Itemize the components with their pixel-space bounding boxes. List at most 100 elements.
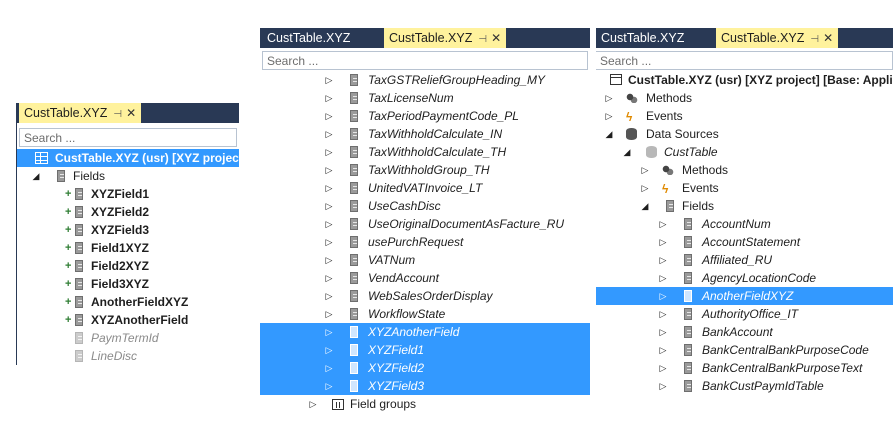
collapsed-arrow-icon[interactable]: ▷	[324, 161, 334, 179]
tree-node-field[interactable]: ▷ WebSalesOrderDisplay	[260, 287, 590, 305]
collapsed-arrow-icon[interactable]: ▷	[658, 305, 668, 323]
collapsed-arrow-icon[interactable]: ▷	[658, 323, 668, 341]
search-input[interactable]: Search ...	[19, 128, 237, 147]
collapsed-arrow-icon[interactable]: ▷	[640, 179, 650, 197]
collapsed-arrow-icon[interactable]: ▷	[324, 215, 334, 233]
tree-node-field-groups[interactable]: ▷ Field groups	[260, 395, 590, 413]
collapsed-arrow-icon[interactable]: ▷	[604, 89, 614, 107]
tree-node-field[interactable]: ▷ UseCashDisc	[260, 197, 590, 215]
collapsed-arrow-icon[interactable]: ▷	[324, 179, 334, 197]
tree-node-field[interactable]: ▷ BankCentralBankPurposeText	[596, 359, 893, 377]
tree-node-field[interactable]: + Field2XYZ	[17, 257, 239, 275]
tree-node-ds-fields[interactable]: ◢ Fields	[596, 197, 893, 215]
tree-node-field[interactable]: + XYZField3	[17, 221, 239, 239]
tree-node-field[interactable]: ▷ AgencyLocationCode	[596, 269, 893, 287]
tree-node-field[interactable]: ▷ AnotherFieldXYZ	[596, 287, 893, 305]
tree-node-field[interactable]: ▷ AuthorityOffice_IT	[596, 305, 893, 323]
collapsed-arrow-icon[interactable]: ▷	[324, 305, 334, 323]
collapsed-arrow-icon[interactable]: ▷	[324, 323, 334, 341]
collapsed-arrow-icon[interactable]: ▷	[324, 89, 334, 107]
tab-custtable-active[interactable]: CustTable.XYZ ⊣ ✕	[384, 28, 507, 50]
tree-node-field[interactable]: ▷ BankCustPaymIdTable	[596, 377, 893, 395]
tree-node-field[interactable]: ▷ XYZField1	[260, 341, 590, 359]
collapsed-arrow-icon[interactable]: ▷	[604, 107, 614, 125]
tree-node-field[interactable]: + XYZField2	[17, 203, 239, 221]
tree-node-field[interactable]: PaymTermId	[17, 329, 239, 347]
collapsed-arrow-icon[interactable]: ▷	[324, 125, 334, 143]
close-icon[interactable]: ✕	[823, 28, 833, 48]
collapsed-arrow-icon[interactable]: ▷	[658, 377, 668, 395]
expanded-arrow-icon[interactable]: ◢	[640, 197, 650, 215]
close-icon[interactable]: ✕	[126, 103, 136, 123]
tree-node-field[interactable]: ▷ TaxPeriodPaymentCode_PL	[260, 107, 590, 125]
tree-node-field[interactable]: ▷ TaxGSTReliefGroupHeading_MY	[260, 71, 590, 89]
tree-node-field[interactable]: ▷ UseOriginalDocumentAsFacture_RU	[260, 215, 590, 233]
collapsed-arrow-icon[interactable]: ▷	[324, 143, 334, 161]
collapsed-arrow-icon[interactable]: ▷	[658, 341, 668, 359]
tab-custtable-inactive[interactable]: CustTable.XYZ	[262, 28, 355, 48]
collapsed-arrow-icon[interactable]: ▷	[658, 215, 668, 233]
tree-node-field[interactable]: ▷ XYZField2	[260, 359, 590, 377]
close-icon[interactable]: ✕	[491, 28, 501, 48]
tree-node-field[interactable]: ▷ TaxWithholdCalculate_TH	[260, 143, 590, 161]
collapsed-arrow-icon[interactable]: ▷	[658, 269, 668, 287]
tree-root[interactable]: CustTable.XYZ (usr) [XYZ project]	[17, 149, 247, 167]
tree-node-field[interactable]: ▷ BankCentralBankPurposeCode	[596, 341, 893, 359]
collapsed-arrow-icon[interactable]: ▷	[324, 359, 334, 377]
collapsed-arrow-icon[interactable]: ▷	[658, 251, 668, 269]
collapsed-arrow-icon[interactable]: ▷	[324, 71, 334, 89]
tree-node-field[interactable]: ▷ VendAccount	[260, 269, 590, 287]
tree-node-methods[interactable]: ▷ Methods	[596, 89, 893, 107]
tree-node-ds-events[interactable]: ▷ ϟ Events	[596, 179, 893, 197]
collapsed-arrow-icon[interactable]: ▷	[324, 341, 334, 359]
tree-node-field[interactable]: ▷ AccountNum	[596, 215, 893, 233]
expanded-arrow-icon[interactable]: ◢	[31, 167, 41, 185]
tree-node-field[interactable]: ▷ XYZField3	[260, 377, 590, 395]
collapsed-arrow-icon[interactable]: ▷	[324, 107, 334, 125]
collapsed-arrow-icon[interactable]: ▷	[324, 251, 334, 269]
collapsed-arrow-icon[interactable]: ▷	[640, 161, 650, 179]
tree-node-field[interactable]: + Field1XYZ	[17, 239, 239, 257]
tree-node-field[interactable]: ▷ TaxLicenseNum	[260, 89, 590, 107]
tree-node-field[interactable]: LineDisc	[17, 347, 239, 365]
collapsed-arrow-icon[interactable]: ▷	[658, 359, 668, 377]
expanded-arrow-icon[interactable]: ◢	[604, 125, 614, 143]
collapsed-arrow-icon[interactable]: ▷	[324, 233, 334, 251]
tree-node-field[interactable]: ▷ UnitedVATInvoice_LT	[260, 179, 590, 197]
tree-node-custtable[interactable]: ◢ CustTable	[596, 143, 893, 161]
search-input[interactable]: Search ...	[596, 51, 893, 70]
tab-custtable-active[interactable]: CustTable.XYZ ⊣ ✕	[19, 103, 142, 125]
expanded-arrow-icon[interactable]: ◢	[622, 143, 632, 161]
tab-custtable-active[interactable]: CustTable.XYZ ⊣ ✕	[716, 28, 839, 50]
search-input[interactable]: Search ...	[262, 51, 588, 70]
tree-node-field[interactable]: ▷ XYZAnotherField	[260, 323, 590, 341]
tree-node-field[interactable]: + XYZField1	[17, 185, 239, 203]
collapsed-arrow-icon[interactable]: ▷	[658, 287, 668, 305]
collapsed-arrow-icon[interactable]: ▷	[324, 197, 334, 215]
tree-node-field[interactable]: ▷ AccountStatement	[596, 233, 893, 251]
tree-node-field[interactable]: ▷ WorkflowState	[260, 305, 590, 323]
collapsed-arrow-icon[interactable]: ▷	[324, 269, 334, 287]
tree-node-field[interactable]: ▷ VATNum	[260, 251, 590, 269]
tree-node-data-sources[interactable]: ◢ Data Sources	[596, 125, 893, 143]
collapsed-arrow-icon[interactable]: ▷	[324, 287, 334, 305]
tab-custtable-inactive[interactable]: CustTable.XYZ	[596, 28, 689, 48]
tree-node-field[interactable]: ▷ TaxWithholdGroup_TH	[260, 161, 590, 179]
tree-node-ds-methods[interactable]: ▷ Methods	[596, 161, 893, 179]
tree-node-field[interactable]: ▷ Affiliated_RU	[596, 251, 893, 269]
tree-node-events[interactable]: ▷ ϟ Events	[596, 107, 893, 125]
tree-node-field[interactable]: ▷ BankAccount	[596, 323, 893, 341]
collapsed-arrow-icon[interactable]: ▷	[324, 377, 334, 395]
tree-node-field[interactable]: + XYZAnotherField	[17, 311, 239, 329]
tree-node-field[interactable]: + AnotherFieldXYZ	[17, 293, 239, 311]
collapsed-arrow-icon[interactable]: ▷	[308, 395, 318, 413]
tree-node-field[interactable]: ▷ usePurchRequest	[260, 233, 590, 251]
tree-node-field[interactable]: ▷ TaxWithholdCalculate_IN	[260, 125, 590, 143]
tree-node-field[interactable]: + Field3XYZ	[17, 275, 239, 293]
pin-icon[interactable]: ⊣	[113, 105, 122, 125]
pin-icon[interactable]: ⊣	[810, 30, 819, 50]
tree-node-fields[interactable]: ◢ Fields	[17, 167, 239, 185]
pin-icon[interactable]: ⊣	[478, 30, 487, 50]
collapsed-arrow-icon[interactable]: ▷	[658, 233, 668, 251]
tree-root[interactable]: CustTable.XYZ (usr) [XYZ project] [Base:…	[596, 71, 893, 89]
